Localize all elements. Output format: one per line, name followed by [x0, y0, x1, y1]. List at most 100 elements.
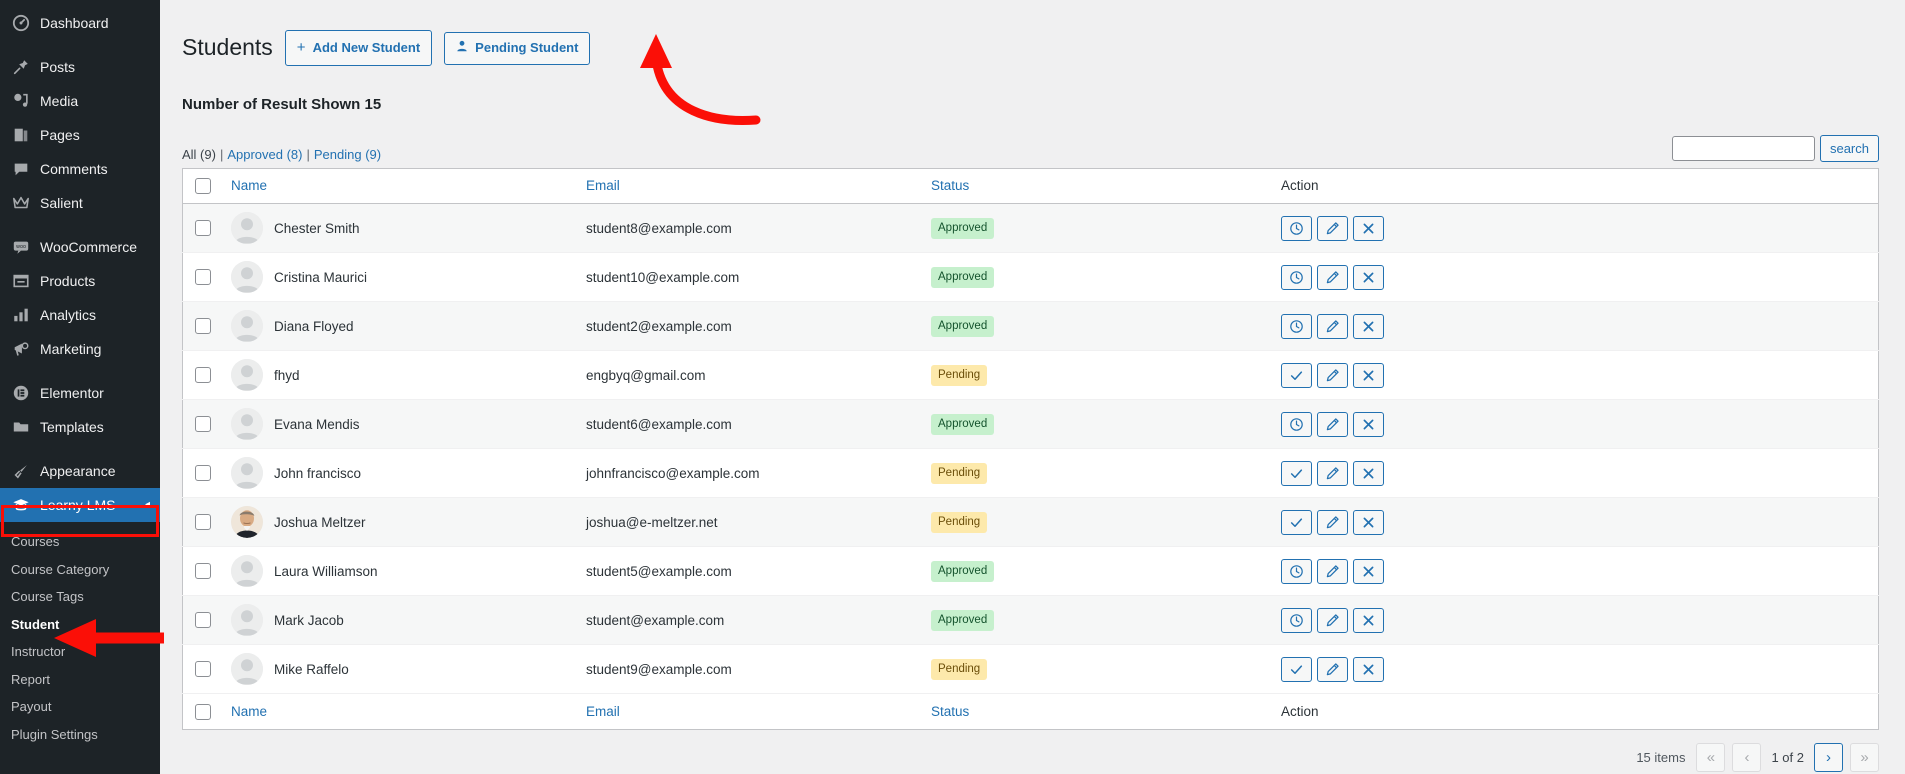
pagination-next-button[interactable]: ›	[1814, 742, 1843, 772]
row-checkbox[interactable]	[195, 220, 211, 237]
sidebar-item-woocommerce[interactable]: woo WooCommerce	[0, 230, 160, 264]
add-new-student-button[interactable]: + Add New Student	[284, 30, 433, 67]
row-checkbox[interactable]	[195, 661, 211, 678]
sidebar-item-course-category[interactable]: Course Category	[0, 556, 160, 584]
student-name: fhyd	[274, 367, 300, 383]
delete-button[interactable]	[1353, 313, 1384, 339]
edit-button[interactable]	[1317, 215, 1348, 241]
delete-button[interactable]	[1353, 656, 1384, 682]
filter-link-pending[interactable]: Pending (9)	[314, 147, 381, 162]
sidebar-item-analytics[interactable]: Analytics	[0, 298, 160, 332]
sidebar-item-products[interactable]: Products	[0, 264, 160, 298]
sidebar-item-posts[interactable]: Posts	[0, 50, 160, 84]
row-checkbox[interactable]	[195, 563, 211, 580]
pagination-prev-button[interactable]: ‹	[1732, 742, 1762, 772]
sidebar-item-learny-lms[interactable]: Learny LMS ◂	[0, 488, 160, 522]
filters-and-search-row: All (9) | Approved (8) | Pending (9) search	[182, 134, 1879, 162]
pagination-first-button[interactable]: «	[1696, 742, 1726, 772]
history-button[interactable]	[1281, 313, 1312, 339]
column-header-status[interactable]: Status	[921, 168, 1271, 204]
sidebar-item-payout[interactable]: Payout	[0, 693, 160, 721]
row-checkbox[interactable]	[195, 612, 211, 629]
pagination-last-button[interactable]: »	[1850, 742, 1879, 772]
row-checkbox[interactable]	[195, 318, 211, 335]
crown-icon	[11, 193, 31, 213]
sidebar-item-instructor[interactable]: Instructor	[0, 638, 160, 666]
delete-button[interactable]	[1353, 215, 1384, 241]
filter-link-approved[interactable]: Approved (8)	[227, 147, 302, 162]
sidebar-item-label: Products	[40, 273, 96, 289]
edit-button[interactable]	[1317, 362, 1348, 388]
history-button[interactable]	[1281, 264, 1312, 290]
delete-button[interactable]	[1353, 558, 1384, 584]
edit-button[interactable]	[1317, 509, 1348, 535]
brush-icon	[11, 461, 31, 481]
sidebar-item-student[interactable]: Student	[0, 611, 160, 639]
delete-button[interactable]	[1353, 460, 1384, 486]
delete-button[interactable]	[1353, 411, 1384, 437]
delete-button[interactable]	[1353, 264, 1384, 290]
edit-button[interactable]	[1317, 411, 1348, 437]
edit-button[interactable]	[1317, 313, 1348, 339]
sidebar-item-media[interactable]: Media	[0, 84, 160, 118]
edit-button[interactable]	[1317, 656, 1348, 682]
history-button[interactable]	[1281, 411, 1312, 437]
row-checkbox[interactable]	[195, 514, 211, 531]
history-button[interactable]	[1281, 607, 1312, 633]
sidebar-item-plugin-settings[interactable]: Plugin Settings	[0, 721, 160, 749]
student-email: student6@example.com	[586, 416, 732, 432]
edit-button[interactable]	[1317, 558, 1348, 584]
student-email-cell: student2@example.com	[576, 302, 921, 351]
delete-button[interactable]	[1353, 607, 1384, 633]
sidebar-item-course-tags[interactable]: Course Tags	[0, 583, 160, 611]
pages-icon	[11, 125, 31, 145]
approve-button[interactable]	[1281, 460, 1312, 486]
dashboard-icon	[11, 13, 31, 33]
delete-button[interactable]	[1353, 509, 1384, 535]
avatar	[231, 310, 263, 343]
history-button[interactable]	[1281, 215, 1312, 241]
student-email-cell: student6@example.com	[576, 400, 921, 449]
sidebar-item-salient[interactable]: Salient	[0, 186, 160, 220]
history-button[interactable]	[1281, 558, 1312, 584]
column-header-name[interactable]: Name	[221, 168, 576, 204]
column-footer-name[interactable]: Name	[221, 693, 576, 730]
sidebar-item-pages[interactable]: Pages	[0, 118, 160, 152]
sidebar-item-elementor[interactable]: Elementor	[0, 376, 160, 410]
sidebar-item-appearance[interactable]: Appearance	[0, 454, 160, 488]
student-name-cell: John francisco	[221, 449, 576, 498]
column-header-email[interactable]: Email	[576, 168, 921, 204]
edit-button[interactable]	[1317, 264, 1348, 290]
select-all-checkbox-footer[interactable]	[195, 703, 211, 720]
row-checkbox[interactable]	[195, 416, 211, 433]
filter-link-all[interactable]: All (9)	[182, 147, 216, 162]
row-select-cell	[183, 449, 222, 498]
search-input[interactable]	[1671, 135, 1815, 161]
approve-button[interactable]	[1281, 509, 1312, 535]
user-icon	[456, 38, 468, 59]
sidebar-item-courses[interactable]: Courses	[0, 528, 160, 556]
sidebar-item-templates[interactable]: Templates	[0, 410, 160, 444]
sidebar-item-dashboard[interactable]: Dashboard	[0, 6, 160, 40]
collapse-caret-icon[interactable]: ◂	[145, 500, 150, 510]
approve-button[interactable]	[1281, 362, 1312, 388]
column-header-action: Action	[1271, 168, 1879, 204]
column-footer-email[interactable]: Email	[576, 693, 921, 730]
column-footer-status[interactable]: Status	[921, 693, 1271, 730]
sidebar-item-label: Posts	[40, 59, 76, 75]
sidebar-item-marketing[interactable]: Marketing	[0, 332, 160, 366]
pending-student-button[interactable]: Pending Student	[444, 31, 591, 65]
row-checkbox[interactable]	[195, 465, 211, 482]
edit-button[interactable]	[1317, 460, 1348, 486]
search-button[interactable]: search	[1819, 134, 1879, 162]
row-actions-cell	[1271, 204, 1879, 253]
sidebar-item-comments[interactable]: Comments	[0, 152, 160, 186]
sidebar-item-report[interactable]: Report	[0, 666, 160, 694]
delete-button[interactable]	[1353, 362, 1384, 388]
edit-button[interactable]	[1317, 607, 1348, 633]
select-all-checkbox[interactable]	[195, 178, 211, 195]
row-checkbox[interactable]	[195, 367, 211, 384]
approve-button[interactable]	[1281, 656, 1312, 682]
page-title: Students	[182, 34, 273, 61]
row-checkbox[interactable]	[195, 269, 211, 286]
